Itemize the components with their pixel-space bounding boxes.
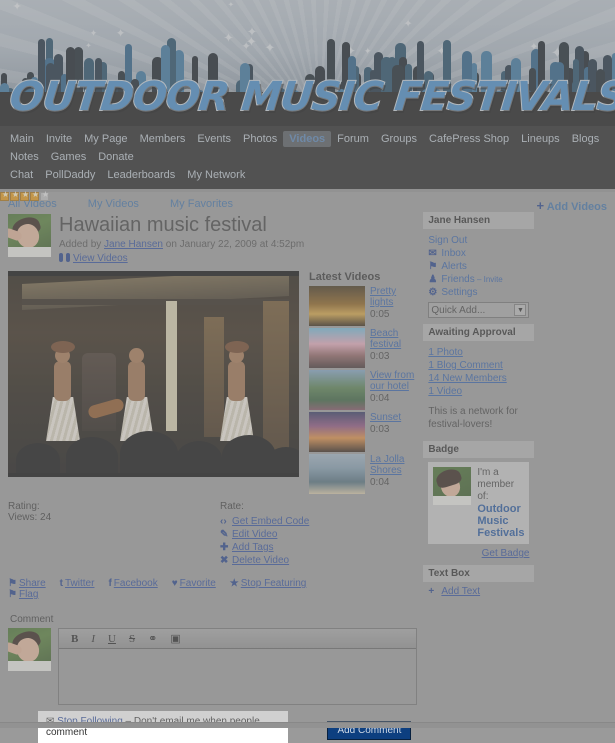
share-group: t Twitter (60, 578, 99, 589)
textbox-heading: Text Box (423, 565, 535, 582)
page-body: + Add Videos All Videos My Videos My Fav… (0, 190, 615, 743)
underline-icon[interactable]: U (108, 633, 116, 645)
get-badge-link[interactable]: Get Badge (482, 548, 530, 559)
plus-icon: ✚ (220, 542, 229, 553)
site-banner: ✦ ✦ ✦ ✦ ✦ ✦ ✦ ✦ ✦ ✦ ✦ ✦ ✦ ✦ ✦ ✦ OUTDOOR MUSIC FESTIVALS (0, 0, 615, 126)
star-3[interactable] (20, 190, 30, 201)
italic-icon[interactable]: I (91, 633, 95, 645)
comment-avatar (8, 628, 51, 671)
share-links: ⚑ Share t Twitter f Facebook ♥ Favorite ★ Stop Fe… (8, 578, 417, 600)
content-columns: Hawaiian music festival Added by Jane Ha… (0, 190, 536, 743)
nav-item-games[interactable]: Games (45, 149, 92, 165)
editor-toolbar: B I U S ⚭ ▣ (59, 629, 417, 649)
nav-item-polldaddy[interactable]: PollDaddy (39, 167, 101, 183)
stop-featuring-link[interactable]: Stop Featuring (241, 578, 307, 589)
nav-item-lineups[interactable]: Lineups (515, 131, 566, 147)
nav-item-invite[interactable]: Invite (40, 131, 78, 147)
nav-item-chat[interactable]: Chat (4, 167, 39, 183)
pencil-icon: ✎ (220, 529, 229, 540)
star-1[interactable] (0, 190, 10, 201)
nav-item-notes[interactable]: Notes (4, 149, 45, 165)
bold-icon[interactable]: B (71, 633, 78, 645)
twitter-icon: t (59, 578, 63, 589)
comment-row: B I U S ⚭ ▣ (8, 628, 418, 705)
site-logo: OUTDOOR MUSIC FESTIVALS (7, 73, 615, 121)
share-group: ♥ Favorite (172, 578, 220, 589)
share-group: f Facebook (108, 578, 161, 589)
star-2[interactable] (10, 190, 20, 201)
strikethrough-icon[interactable]: S (129, 633, 135, 645)
action-links: ‹› Get Embed Code ✎ Edit Video ✚ Add Tags ✖ Del… (220, 516, 309, 566)
comment-label: Comment (10, 614, 54, 625)
facebook-icon: f (108, 578, 112, 589)
nav-item-main[interactable]: Main (4, 131, 40, 147)
close-icon: ✖ (220, 555, 229, 566)
heart-icon: ♥ (171, 578, 178, 589)
star-icon: ★ (229, 578, 239, 589)
nav-item-blogs[interactable]: Blogs (566, 131, 606, 147)
add-text-link[interactable]: Add Text (441, 586, 480, 597)
favorite-link[interactable]: Favorite (180, 578, 216, 589)
nav-item-leaderboards[interactable]: Leaderboards (101, 167, 181, 183)
image-icon[interactable]: ▣ (170, 632, 180, 645)
flag-icon: ⚑ (8, 589, 17, 600)
nav-item-donate[interactable]: Donate (92, 149, 139, 165)
nav-item-cafepress-shop[interactable]: CafePress Shop (423, 131, 515, 147)
plus-icon: + (428, 586, 435, 597)
main-column: Hawaiian music festival Added by Jane Ha… (0, 190, 423, 743)
link-icon[interactable]: ⚭ (148, 632, 157, 645)
flag-link[interactable]: Flag (19, 589, 38, 600)
nav-item-forum[interactable]: Forum (331, 131, 375, 147)
facebook-link[interactable]: Facebook (114, 578, 158, 589)
comment-textarea[interactable] (59, 649, 416, 704)
delete-video-link[interactable]: ✖ Delete Video (220, 555, 309, 566)
nav-item-photos[interactable]: Photos (237, 131, 283, 147)
rate-row: Rate: (0, 190, 309, 512)
nav-item-videos[interactable]: Videos (283, 131, 332, 147)
share-icon: ⚑ (8, 578, 17, 589)
rate-stars[interactable] (0, 190, 615, 521)
get-badge-row: Get Badge (428, 547, 530, 559)
badge-avatar (433, 467, 472, 505)
nav-item-members[interactable]: Members (134, 131, 192, 147)
twitter-link[interactable]: Twitter (65, 578, 94, 589)
share-group: ⚑ Flag (8, 589, 42, 600)
comment-editor: B I U S ⚭ ▣ (58, 628, 418, 705)
page-footer (0, 722, 615, 728)
main-navigation: Main Invite My Page Members Events Photos Vide… (0, 126, 615, 189)
add-tags-link[interactable]: ✚ Add Tags (220, 542, 309, 553)
share-group: ★ Stop Featuring (230, 578, 311, 589)
nav-item-groups[interactable]: Groups (375, 131, 423, 147)
star-5[interactable] (40, 190, 50, 201)
nav-item-my-network[interactable]: My Network (181, 167, 251, 183)
edit-video-link[interactable]: ✎ Edit Video (220, 529, 309, 540)
video-actions: Rate: ‹›Get Embed Code✎Edit Video✚Add Ta… (0, 190, 309, 568)
share-group: ⚑ Share (8, 578, 50, 589)
share-link[interactable]: Share (19, 578, 46, 589)
star-4[interactable] (30, 190, 40, 201)
nav-item-my-page[interactable]: My Page (78, 131, 133, 147)
textbox-body: + Add Text (423, 582, 534, 603)
nav-item-events[interactable]: Events (191, 131, 237, 147)
rating-actions-row: Rating: Views: 24 Rate: ‹›Get Embed Code… (0, 190, 417, 568)
